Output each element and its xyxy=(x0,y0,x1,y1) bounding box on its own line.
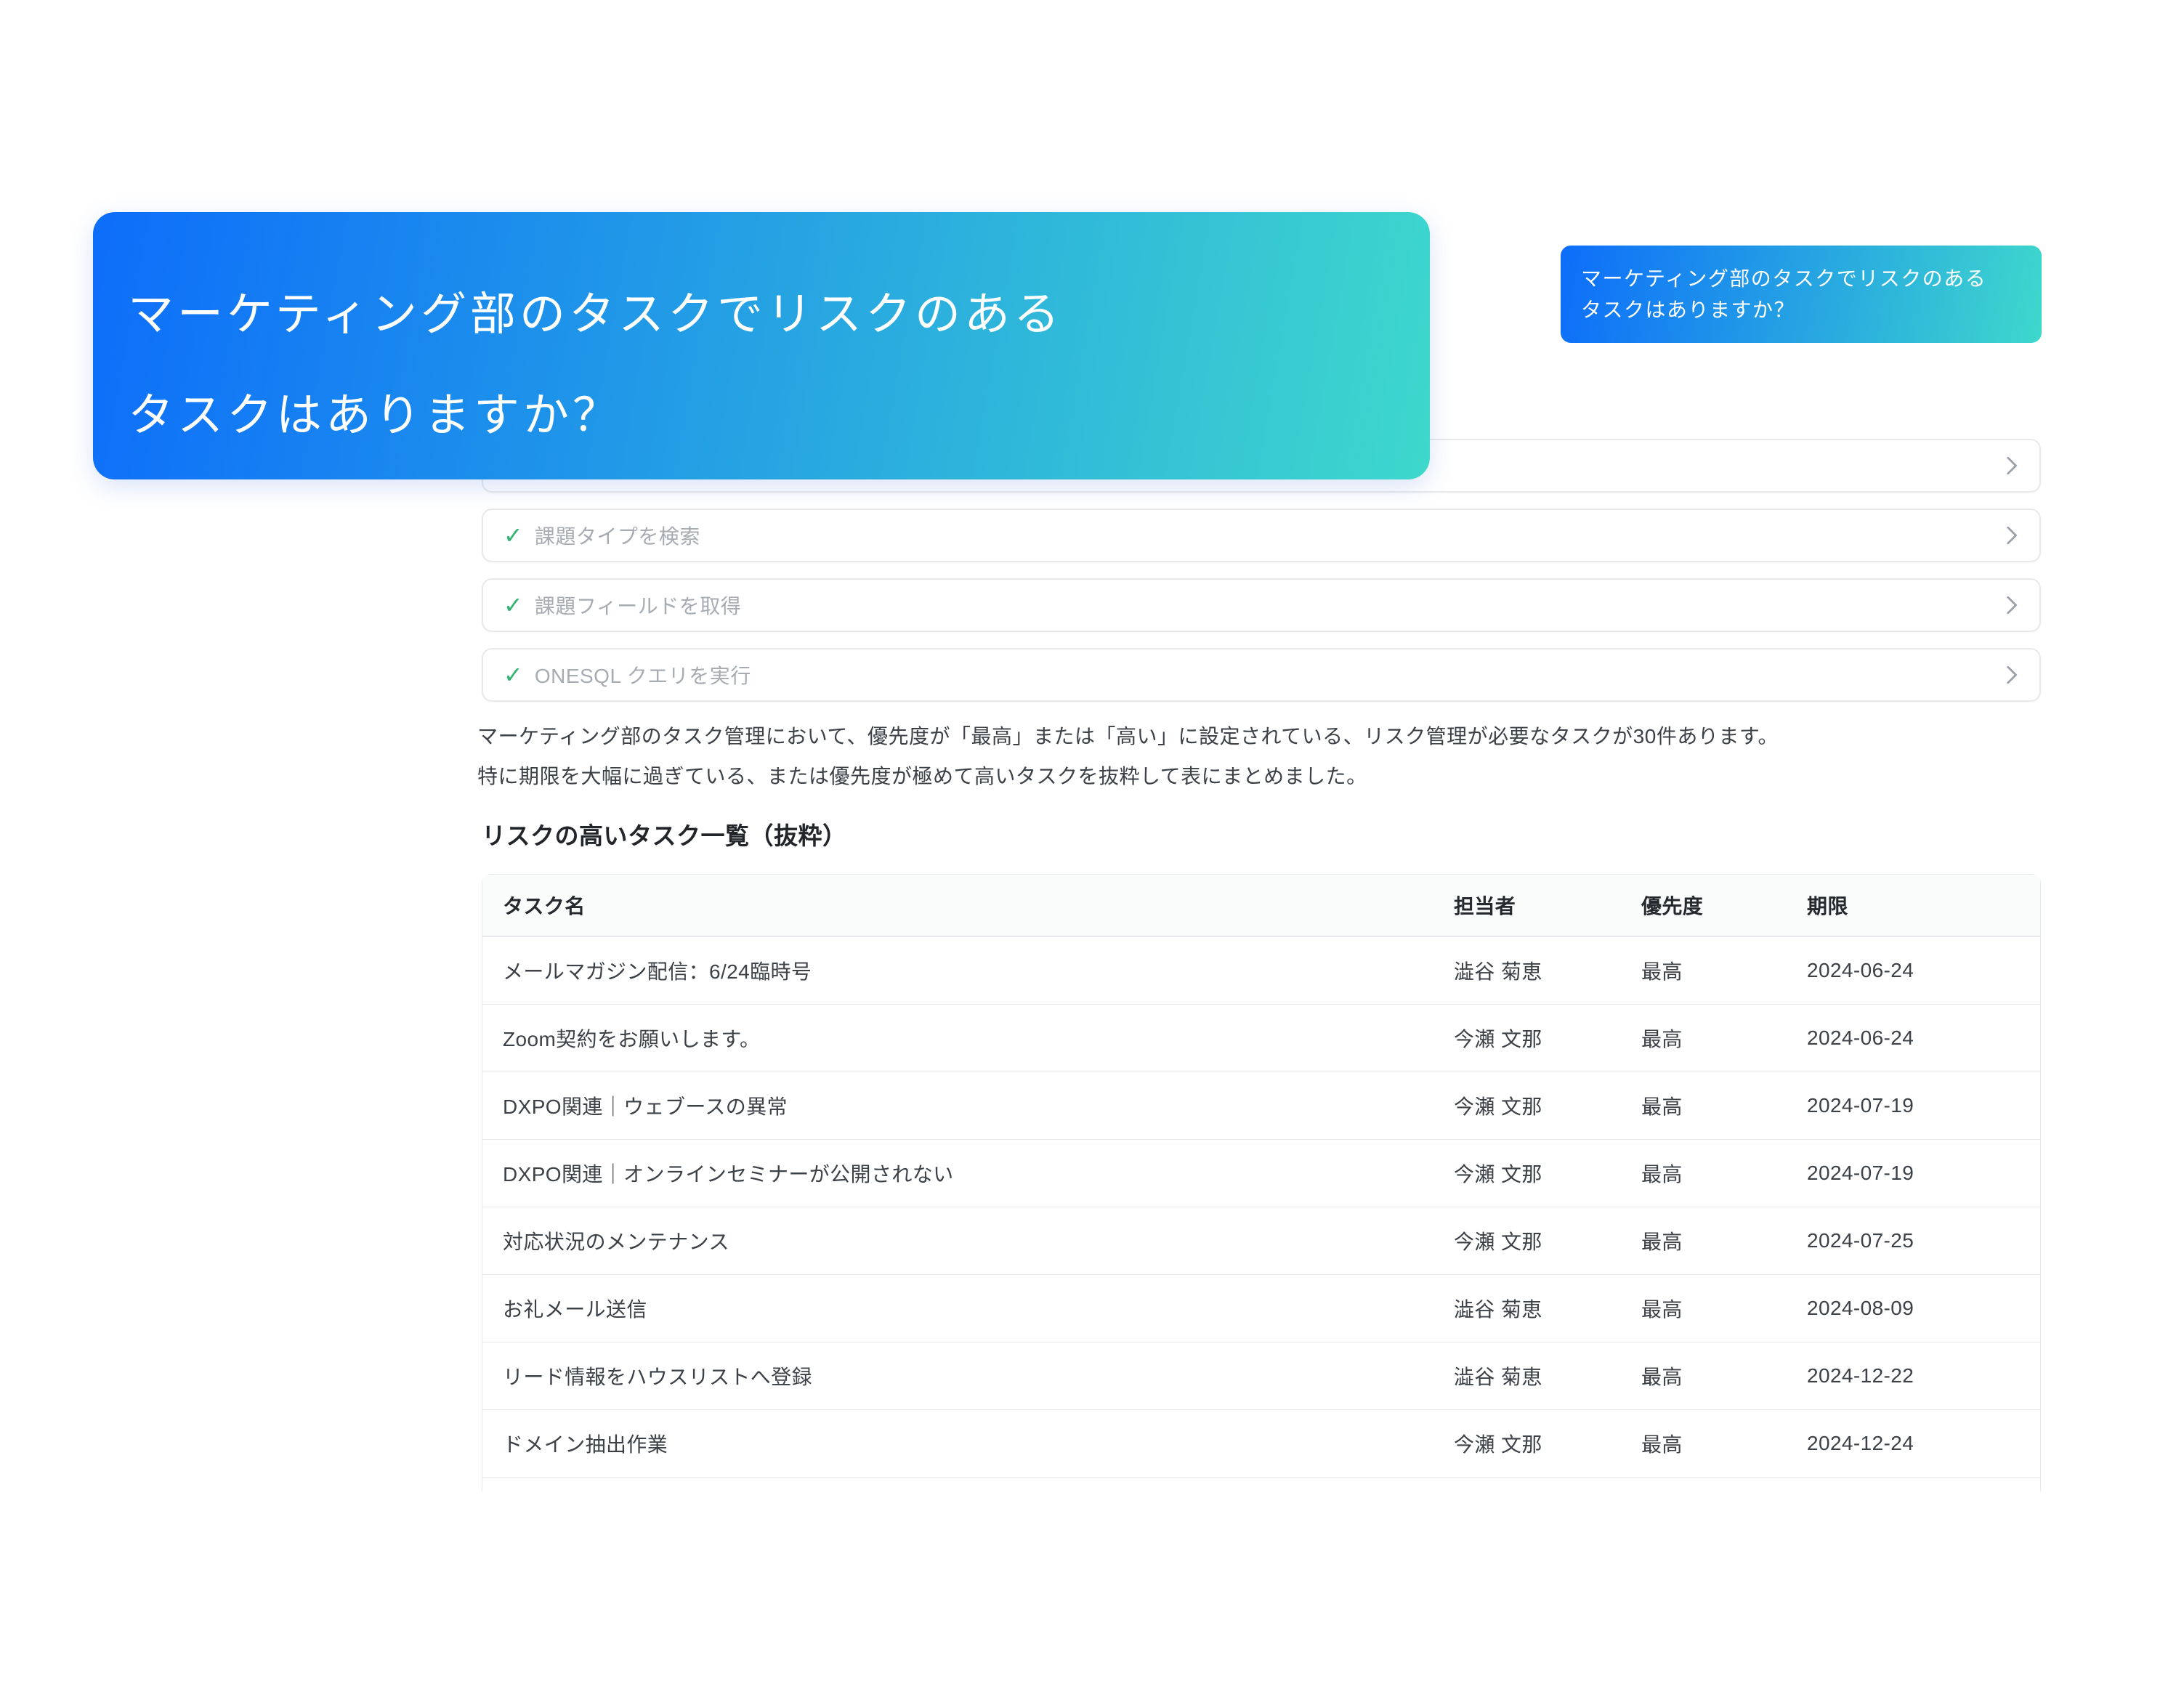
chevron-right-icon xyxy=(1999,526,2017,544)
table-row: 展示会補助金対応（不足資料の入手について） 今瀬 文那 最高 2026-03-1… xyxy=(482,1477,2040,1491)
cell-due: 2024-07-19 xyxy=(1807,1162,2040,1185)
table-row: メールマガジン配信：6/24臨時号 澁谷 菊恵 最高 2024-06-24 xyxy=(482,936,2040,1004)
cell-task: リード情報をハウスリストへ登録 xyxy=(482,1361,1454,1390)
cell-due: 2024-12-24 xyxy=(1807,1432,2040,1455)
cell-priority: 最高 xyxy=(1641,1159,1807,1188)
ai-chat-result-screen: ✓ ✓ 課題タイプを検索 ✓ 課題フィールドを取得 ✓ ONESQL クエリを実… xyxy=(0,0,2184,1681)
check-icon: ✓ xyxy=(503,663,523,686)
risk-task-table-viewport: タスク名 担当者 優先度 期限 メールマガジン配信：6/24臨時号 澁谷 菊恵 … xyxy=(482,874,2041,1491)
table-body: メールマガジン配信：6/24臨時号 澁谷 菊恵 最高 2024-06-24 Zo… xyxy=(482,936,2040,1491)
tool-step-row[interactable]: ✓ 課題タイプを検索 xyxy=(482,509,2041,562)
risk-task-table-title: リスクの高いタスク一覧（抜粋） xyxy=(482,817,847,851)
user-message-bubble-zoomed-overlay: マーケティング部のタスクでリスクのある タスクはありますか？ xyxy=(93,212,1430,479)
user-message-line: マーケティング部のタスクでリスクのある xyxy=(1581,263,2021,294)
cell-due: 2024-07-19 xyxy=(1807,1094,2040,1117)
tool-step-label: ONESQL クエリを実行 xyxy=(535,660,751,689)
cell-task: お礼メール送信 xyxy=(482,1294,1454,1323)
table-row: Zoom契約をお願いします。 今瀬 文那 最高 2024-06-24 xyxy=(482,1004,2040,1072)
cell-assignee: 今瀬 文那 xyxy=(1454,1091,1641,1120)
table-row: お礼メール送信 澁谷 菊恵 最高 2024-08-09 xyxy=(482,1274,2040,1342)
cell-due: 2024-06-24 xyxy=(1807,959,2040,982)
cell-assignee: 澁谷 菊恵 xyxy=(1454,956,1641,985)
summary-line-1: マーケティング部のタスク管理において、優先度が「最高」または「高い」に設定されて… xyxy=(477,716,2112,756)
user-message-line: タスクはありますか？ xyxy=(1581,294,2021,325)
cell-priority: 最高 xyxy=(1641,1024,1807,1053)
user-message-bubble: マーケティング部のタスクでリスクのある タスクはありますか？ xyxy=(1561,246,2042,343)
tool-step-row[interactable]: ✓ ONESQL クエリを実行 xyxy=(482,648,2041,702)
cell-priority: 最高 xyxy=(1641,1361,1807,1390)
chevron-right-icon xyxy=(1999,665,2017,684)
column-header-assignee: 担当者 xyxy=(1454,891,1641,920)
cell-priority: 最高 xyxy=(1641,956,1807,985)
check-icon: ✓ xyxy=(503,594,523,617)
table-row: DXPO関連｜ウェブースの異常 今瀬 文那 最高 2024-07-19 xyxy=(482,1072,2040,1139)
cell-priority: 最高 xyxy=(1641,1091,1807,1120)
cell-due: 2024-08-09 xyxy=(1807,1297,2040,1320)
tool-step-label: 課題フィールドを取得 xyxy=(535,591,741,620)
cell-assignee: 今瀬 文那 xyxy=(1454,1024,1641,1053)
cell-due: 2024-06-24 xyxy=(1807,1026,2040,1050)
table-row: ドメイン抽出作業 今瀬 文那 最高 2024-12-24 xyxy=(482,1409,2040,1477)
cell-assignee: 澁谷 菊恵 xyxy=(1454,1361,1641,1390)
cell-assignee: 澁谷 菊恵 xyxy=(1454,1294,1641,1323)
cell-task: DXPO関連｜オンラインセミナーが公開されない xyxy=(482,1159,1454,1188)
table-row: DXPO関連｜オンラインセミナーが公開されない 今瀬 文那 最高 2024-07… xyxy=(482,1139,2040,1207)
cell-task: 対応状況のメンテナンス xyxy=(482,1226,1454,1255)
tool-step-label: 課題タイプを検索 xyxy=(535,521,700,550)
chevron-right-icon xyxy=(1999,456,2017,474)
user-message-line: タスクはありますか？ xyxy=(128,365,1396,466)
cell-due: 2024-07-25 xyxy=(1807,1229,2040,1252)
assistant-summary-text: マーケティング部のタスク管理において、優先度が「最高」または「高い」に設定されて… xyxy=(477,716,2112,796)
table-row: 対応状況のメンテナンス 今瀬 文那 最高 2024-07-25 xyxy=(482,1207,2040,1274)
risk-task-table: タスク名 担当者 優先度 期限 メールマガジン配信：6/24臨時号 澁谷 菊恵 … xyxy=(482,874,2041,1491)
chevron-right-icon xyxy=(1999,596,2017,614)
cell-priority: 最高 xyxy=(1641,1294,1807,1323)
column-header-due: 期限 xyxy=(1807,891,2040,920)
tool-step-row[interactable]: ✓ 課題フィールドを取得 xyxy=(482,578,2041,632)
table-row: リード情報をハウスリストへ登録 澁谷 菊恵 最高 2024-12-22 xyxy=(482,1342,2040,1409)
table-header-row: タスク名 担当者 優先度 期限 xyxy=(482,875,2040,936)
cell-task: Zoom契約をお願いします。 xyxy=(482,1024,1454,1053)
cell-assignee: 今瀬 文那 xyxy=(1454,1159,1641,1188)
user-message-line: マーケティング部のタスクでリスクのある xyxy=(128,264,1396,365)
cell-priority: 最高 xyxy=(1641,1226,1807,1255)
cell-assignee: 今瀬 文那 xyxy=(1454,1226,1641,1255)
check-icon: ✓ xyxy=(503,524,523,547)
column-header-task: タスク名 xyxy=(482,891,1454,920)
cell-task: DXPO関連｜ウェブースの異常 xyxy=(482,1091,1454,1120)
tool-step-list: ✓ ✓ 課題タイプを検索 ✓ 課題フィールドを取得 ✓ ONESQL クエリを実… xyxy=(482,439,2041,718)
cell-assignee: 今瀬 文那 xyxy=(1454,1429,1641,1458)
cell-task: メールマガジン配信：6/24臨時号 xyxy=(482,956,1454,985)
cell-task: ドメイン抽出作業 xyxy=(482,1429,1454,1458)
summary-line-2: 特に期限を大幅に過ぎている、または優先度が極めて高いタスクを抜粋して表にまとめま… xyxy=(477,756,2112,796)
cell-priority: 最高 xyxy=(1641,1429,1807,1458)
column-header-priority: 優先度 xyxy=(1641,891,1807,920)
cell-due: 2024-12-22 xyxy=(1807,1364,2040,1388)
